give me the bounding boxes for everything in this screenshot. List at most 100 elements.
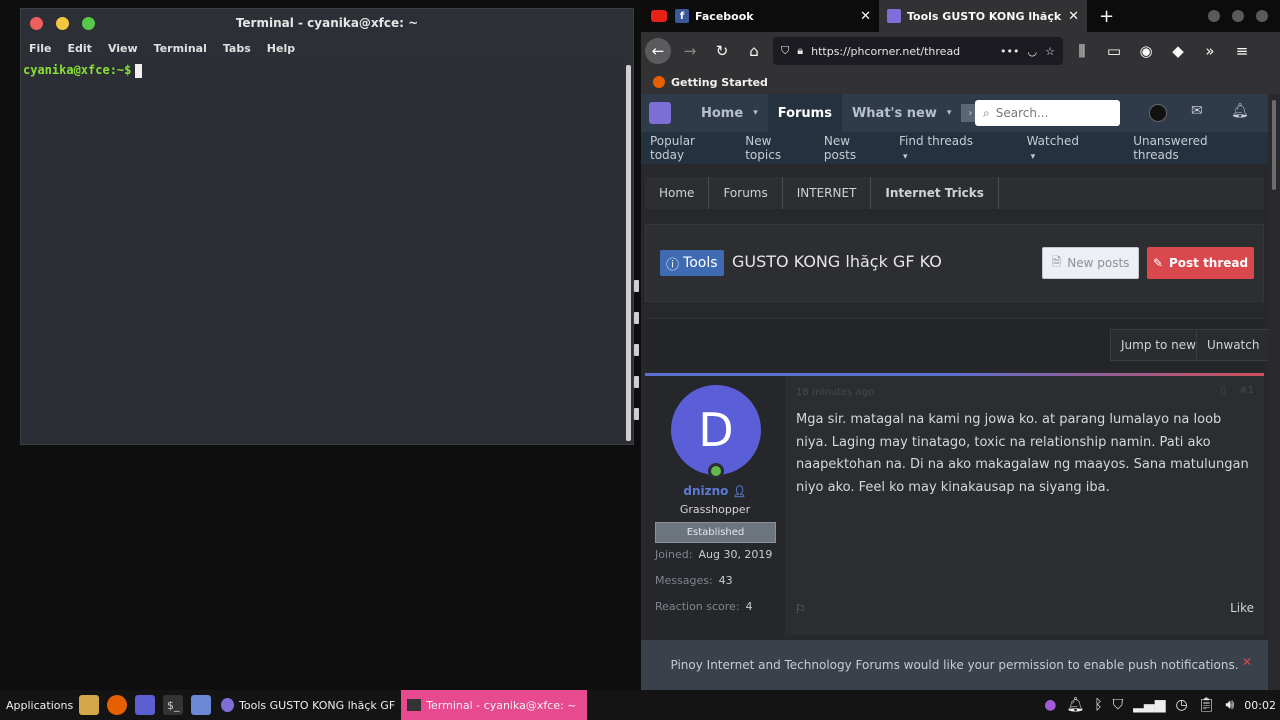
close-icon[interactable]: ✕ [1242, 655, 1252, 669]
menu-view[interactable]: View [108, 42, 138, 55]
push-notice: Pinoy Internet and Technology Forums wou… [641, 640, 1268, 690]
star-icon[interactable]: ☆ [1045, 45, 1055, 58]
reload-icon[interactable]: ↻ [709, 38, 735, 64]
bell-icon[interactable]: 🔔︎ [1066, 697, 1084, 713]
tab-thread[interactable]: Tools GUSTO KONG lhăçk GF K ✕ [879, 0, 1087, 32]
menu-help[interactable]: Help [267, 42, 295, 55]
terminal-scrollbar[interactable] [626, 65, 631, 441]
terminal-icon [407, 699, 422, 711]
new-posts-label: New posts [1067, 256, 1130, 270]
library-icon[interactable]: ⫼ [1069, 38, 1095, 64]
new-tab-button[interactable]: + [1099, 6, 1114, 27]
clock-time[interactable]: 00:02 [1244, 699, 1276, 712]
close-tab-icon[interactable]: ✕ [1068, 9, 1079, 24]
post-body: Mga sir. matagal na kami ng jowa ko. at … [796, 412, 1249, 495]
shield-app-icon[interactable] [135, 695, 156, 715]
terminal-window[interactable]: Terminal - cyanika@xfce: ~ File Edit Vie… [20, 8, 634, 445]
unwatch-button[interactable]: Unwatch [1196, 329, 1268, 361]
site-logo[interactable] [649, 102, 671, 124]
mail-icon[interactable]: ✉ [1191, 103, 1203, 119]
user-icon: 👤︎ [732, 485, 747, 498]
thread-prefix[interactable]: ⓘ Tools [660, 250, 724, 276]
online-status-icon [708, 463, 724, 479]
subnav-watched[interactable]: Watched ▾ [1027, 134, 1119, 162]
account-icon[interactable]: ◉ [1133, 38, 1159, 64]
close-icon[interactable] [30, 17, 43, 30]
volume-icon[interactable]: 🔊︎ [1225, 697, 1234, 713]
youtube-icon[interactable] [651, 10, 667, 22]
pocket-icon[interactable]: ◡ [1028, 45, 1038, 58]
subnav-find-threads[interactable]: Find threads ▾ [899, 134, 1012, 162]
post-thread-button[interactable]: ✎ Post thread [1147, 247, 1254, 279]
page-scrollbar[interactable] [1268, 94, 1280, 690]
bluetooth-icon[interactable]: ᛒ [1094, 697, 1102, 713]
subnav-new-posts[interactable]: New posts [824, 134, 884, 162]
firefox-icon[interactable] [107, 695, 128, 715]
crumb-home[interactable]: Home [645, 177, 710, 209]
files-manager-icon[interactable] [191, 695, 212, 715]
clipboard-icon[interactable]: 📋︎ [1198, 697, 1216, 713]
nav-home[interactable]: Home ▾ [691, 94, 768, 132]
crumb-forums[interactable]: Forums [709, 177, 783, 209]
menu-icon[interactable]: ≡ [1229, 38, 1255, 64]
bookmark-getting-started[interactable]: Getting Started [671, 76, 768, 89]
shield-icon[interactable]: ⛉ [1113, 697, 1124, 713]
phcorner-icon [887, 9, 901, 23]
menu-tabs[interactable]: Tabs [223, 42, 251, 55]
new-posts-button[interactable]: 🗎︎ New posts [1042, 247, 1139, 279]
post-timestamp[interactable]: 18 minutes ago [796, 387, 874, 398]
tab-facebook[interactable]: f Facebook ✕ [667, 0, 879, 32]
report-icon[interactable]: ⚐ [795, 602, 806, 616]
forward-icon[interactable]: → [677, 38, 703, 64]
terminal-icon[interactable]: $_ [163, 695, 184, 715]
post-number[interactable]: #1 [1239, 385, 1254, 396]
subnav-popular[interactable]: Popular today [650, 134, 730, 162]
overflow-icon[interactable]: » [1197, 38, 1223, 64]
nav-forums[interactable]: Forums [767, 94, 842, 132]
browser-window[interactable]: f Facebook ✕ Tools GUSTO KONG lhăçk GF K… [641, 0, 1280, 690]
bookmark-icon[interactable]: ▯ [1220, 385, 1226, 396]
task-terminal[interactable]: Terminal - cyanika@xfce: ~ [401, 690, 588, 720]
menu-edit[interactable]: Edit [68, 42, 92, 55]
terminal-titlebar[interactable]: Terminal - cyanika@xfce: ~ [21, 9, 633, 37]
avatar[interactable]: D [671, 385, 761, 475]
bell-icon[interactable]: 🔔︎ [1231, 103, 1249, 119]
maximize-icon[interactable] [82, 17, 95, 30]
tab-label: Facebook [695, 9, 754, 23]
crumb-internet-tricks[interactable]: Internet Tricks [871, 177, 999, 209]
subnav-new-topics[interactable]: New topics [745, 134, 809, 162]
crumb-internet[interactable]: INTERNET [783, 177, 872, 209]
menu-terminal[interactable]: Terminal [154, 42, 207, 55]
close-icon[interactable] [1256, 10, 1268, 22]
files-icon[interactable] [79, 695, 100, 715]
task-browser[interactable]: Tools GUSTO KONG lhăçk GF ... [215, 690, 401, 720]
avatar[interactable] [1149, 104, 1167, 122]
taskbar: Applications $_ Tools GUSTO KONG lhăçk G… [0, 690, 1280, 720]
applications-menu[interactable]: Applications [0, 690, 79, 720]
jump-to-new-button[interactable]: Jump to new [1110, 329, 1207, 361]
subnav-unanswered[interactable]: Unanswered threads [1133, 134, 1253, 162]
network-icon[interactable]: ▂▄▆ [1133, 697, 1165, 713]
terminal-body[interactable]: cyanika@xfce:~$ [21, 61, 625, 444]
maximize-icon[interactable] [1232, 10, 1244, 22]
clock-icon[interactable]: ◷ [1175, 697, 1187, 713]
close-tab-icon[interactable]: ✕ [860, 9, 871, 24]
nav-whats-new[interactable]: What's new ▾ [842, 94, 961, 132]
back-icon[interactable]: ← [645, 38, 671, 64]
terminal-menubar: File Edit View Terminal Tabs Help [21, 37, 633, 59]
extension-icon[interactable]: ◆ [1165, 38, 1191, 64]
tab-strip: f Facebook ✕ Tools GUSTO KONG lhăçk GF K… [641, 0, 1280, 32]
url-text[interactable]: https://phcorner.net/thread [811, 45, 992, 58]
home-icon[interactable]: ⌂ [741, 38, 767, 64]
minimize-icon[interactable] [1208, 10, 1220, 22]
sidebar-icon[interactable]: ▭ [1101, 38, 1127, 64]
like-button[interactable]: Like [1230, 601, 1254, 615]
minimize-icon[interactable] [56, 17, 69, 30]
more-icon[interactable]: ••• [1000, 45, 1019, 58]
url-bar[interactable]: ⛉ 🔒︎ https://phcorner.net/thread ••• ◡ ☆ [773, 37, 1063, 65]
menu-file[interactable]: File [29, 42, 52, 55]
shield-icon[interactable]: ⛉ [781, 44, 789, 58]
app-icon[interactable]: ● [1044, 697, 1056, 713]
username[interactable]: dnizno 👤︎ [645, 484, 785, 498]
search-input[interactable]: ⌕ Search... [975, 100, 1120, 126]
